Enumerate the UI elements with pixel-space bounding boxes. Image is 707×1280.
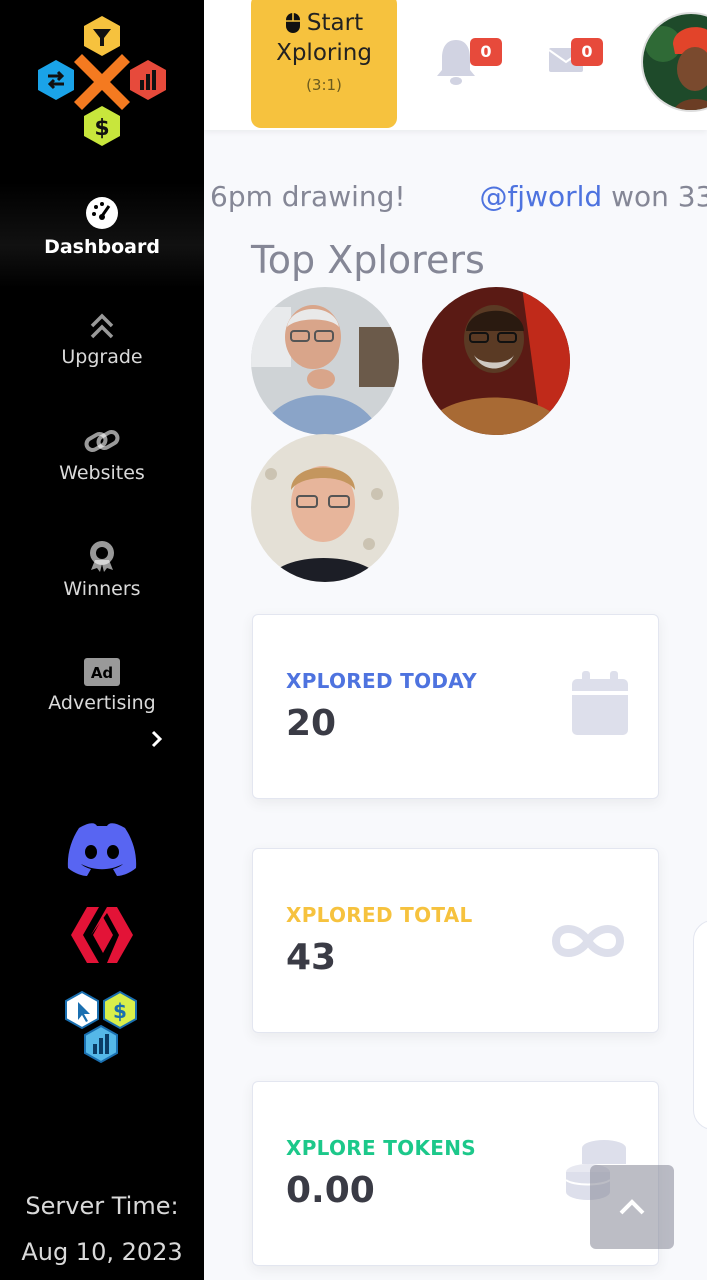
discord-link[interactable] xyxy=(0,820,204,878)
mouse-icon xyxy=(285,13,300,33)
calendar-icon xyxy=(572,671,628,735)
notifications-badge: 0 xyxy=(470,38,502,66)
sidebar-item-label: Winners xyxy=(63,578,141,600)
winner-ticker: 6pm drawing! @fjworld won 33 xyxy=(210,180,707,213)
sidebar-item-winners[interactable]: Winners xyxy=(0,540,204,600)
xploring-label: Xploring xyxy=(276,40,372,66)
hex-app-link[interactable]: $ xyxy=(0,988,204,1070)
server-time-value: Aug 10, 2023 xyxy=(21,1238,183,1266)
link-icon xyxy=(84,430,120,452)
ticker-user-link[interactable]: @fjworld xyxy=(479,180,602,213)
hive-link[interactable] xyxy=(0,905,204,965)
top-xplorer-avatar[interactable] xyxy=(251,434,399,582)
top-xplorer-avatar[interactable] xyxy=(251,287,399,435)
chevron-right-icon[interactable] xyxy=(150,727,164,751)
card-value: 0.00 xyxy=(286,1170,375,1211)
sidebar-item-label: Advertising xyxy=(48,692,156,714)
xplored-today-card: XPLORED TODAY 20 xyxy=(252,614,659,799)
card-value: 43 xyxy=(286,937,337,978)
sidebar-item-dashboard[interactable]: Dashboard xyxy=(0,182,204,288)
card-value: 20 xyxy=(286,703,337,744)
chevron-up-icon xyxy=(619,1199,645,1215)
sidebar-item-label: Upgrade xyxy=(61,346,143,368)
hive-icon xyxy=(71,907,133,963)
side-panel-edge xyxy=(693,920,707,1130)
discord-icon xyxy=(67,823,137,876)
ad-icon: Ad xyxy=(84,658,120,686)
svg-text:Ad: Ad xyxy=(91,664,113,682)
start-label: Start xyxy=(306,10,364,36)
speedometer-icon xyxy=(86,197,118,229)
infinity-icon xyxy=(551,925,625,957)
server-time-label: Server Time: xyxy=(25,1192,179,1220)
sidebar: $ Dashboard Upgrade Websites Winners Ad … xyxy=(0,0,204,1280)
ratio-label: (3:1) xyxy=(306,76,342,94)
card-title: XPLORED TODAY xyxy=(286,669,477,693)
sidebar-item-label: Websites xyxy=(59,462,145,484)
sidebar-item-advertising[interactable]: Ad Advertising xyxy=(0,658,204,714)
sidebar-item-websites[interactable]: Websites xyxy=(0,426,204,484)
award-icon xyxy=(90,541,114,572)
top-xplorer-avatar[interactable] xyxy=(422,287,570,435)
server-time: Server Time: Aug 10, 2023 xyxy=(0,1183,204,1275)
start-xploring-button[interactable]: Start Xploring (3:1) xyxy=(251,0,397,128)
top-xplorers-title: Top Xplorers xyxy=(251,238,485,282)
scroll-to-top-button[interactable] xyxy=(590,1165,674,1249)
hexagon-app-icon: $ xyxy=(65,990,137,1064)
double-chevron-up-icon xyxy=(90,313,114,339)
user-avatar[interactable] xyxy=(641,12,707,112)
card-title: XPLORE TOKENS xyxy=(286,1136,476,1160)
card-title: XPLORED TOTAL xyxy=(286,903,473,927)
xplored-total-card: XPLORED TOTAL 43 xyxy=(252,848,659,1033)
ticker-text: 6pm drawing! xyxy=(210,180,406,213)
sidebar-item-label: Dashboard xyxy=(44,236,160,258)
ticker-text: won 33 xyxy=(611,180,707,213)
svg-text:$: $ xyxy=(94,116,109,141)
topbar: Start Xploring (3:1) 0 0 xyxy=(204,0,707,130)
svg-text:$: $ xyxy=(113,999,127,1023)
xplorer-logo-icon[interactable]: $ xyxy=(34,14,170,150)
sidebar-item-upgrade[interactable]: Upgrade xyxy=(0,312,204,368)
messages-badge: 0 xyxy=(571,38,603,66)
